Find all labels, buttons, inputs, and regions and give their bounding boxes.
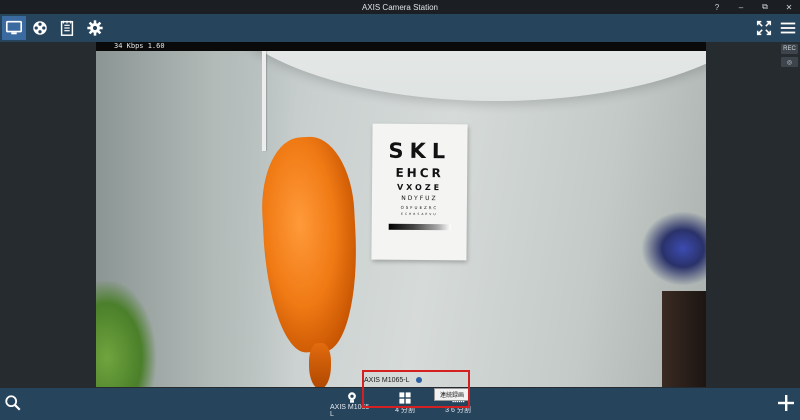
gear-icon xyxy=(87,20,103,36)
wall-cable xyxy=(262,51,266,151)
live-view-tab[interactable] xyxy=(2,16,26,40)
title-bar: AXIS Camera Station ? – ⧉ ✕ xyxy=(0,0,800,14)
monitor-icon xyxy=(5,20,23,35)
main-menu-button[interactable] xyxy=(776,16,800,40)
highlight-box xyxy=(362,370,470,408)
logs-tab[interactable] xyxy=(55,16,79,40)
eye-chart-grayscale-bar xyxy=(388,223,451,231)
search-icon[interactable] xyxy=(4,394,22,412)
menu-icon xyxy=(780,22,796,34)
window-controls: ? – ⧉ ✕ xyxy=(712,0,794,14)
snapshot-button[interactable]: ◎ xyxy=(781,57,798,67)
eye-chart: SKL EHCR VXOZE NDYFUZ OSFUEZRC ECHRSAEVU xyxy=(371,123,468,261)
camera-icon xyxy=(348,392,356,403)
live-view-area: 34 Kbps 1.60 SKL EHCR VXOZE NDYFUZ OSFUE… xyxy=(0,42,800,388)
restore-button[interactable]: ⧉ xyxy=(760,2,770,12)
cushion-tail xyxy=(309,343,331,387)
wall-figure xyxy=(641,211,706,286)
shelf xyxy=(662,291,706,387)
stream-info: 34 Kbps 1.60 xyxy=(96,42,706,51)
eye-chart-line-3: VXOZE xyxy=(396,182,443,193)
fullscreen-button[interactable] xyxy=(752,16,776,40)
main-toolbar xyxy=(0,14,800,42)
camera-video[interactable]: SKL EHCR VXOZE NDYFUZ OSFUEZRC ECHRSAEVU… xyxy=(96,51,706,387)
notepad-icon xyxy=(60,20,74,36)
plant-leaves xyxy=(96,281,156,387)
rec-button[interactable]: REC xyxy=(781,44,798,54)
window-title: AXIS Camera Station xyxy=(361,2,439,12)
help-button[interactable]: ? xyxy=(712,3,722,12)
side-controls: REC ◎ xyxy=(781,44,798,67)
plus-icon[interactable] xyxy=(776,393,796,413)
minimize-button[interactable]: – xyxy=(736,3,746,12)
film-reel-icon xyxy=(33,21,47,35)
eye-chart-line-2: EHCR xyxy=(395,165,444,181)
settings-tab[interactable] xyxy=(83,16,107,40)
close-button[interactable]: ✕ xyxy=(784,3,794,12)
fullscreen-icon xyxy=(756,20,772,36)
recordings-tab[interactable] xyxy=(28,16,52,40)
eye-chart-line-4: NDYFUZ xyxy=(401,194,438,203)
eye-chart-line-5: OSFUEZRC xyxy=(400,204,439,211)
eye-chart-line-6: ECHRSAEVU xyxy=(401,211,438,217)
eye-chart-line-1: SKL xyxy=(388,138,452,164)
